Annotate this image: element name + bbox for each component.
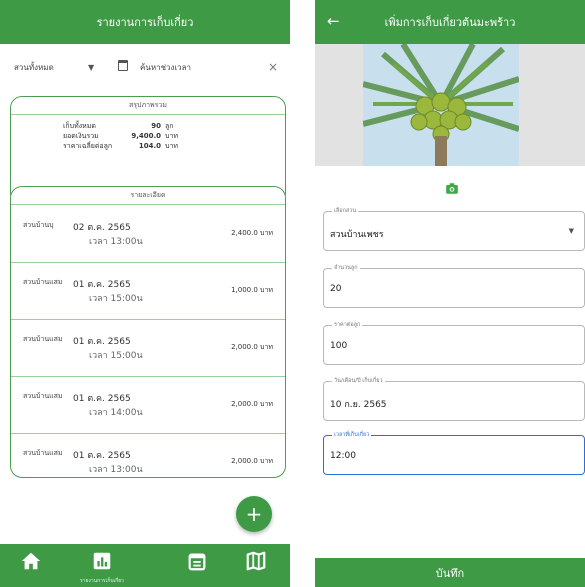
item-amount: 1,000.0 บาท (231, 286, 273, 294)
summary-label: ราคาเฉลี่ยต่อลูก (63, 142, 113, 150)
nav-label-report: รายงานการเก็บเกี่ยว (80, 578, 124, 584)
item-garden: สวนบ้านบุ (23, 221, 54, 229)
home-icon[interactable] (20, 550, 42, 576)
field-value: 10 ก.ย. 2565 (330, 400, 387, 410)
field-label: เลือกสวน (332, 207, 359, 215)
summary-value: 9,400.0 (131, 132, 161, 140)
bottom-nav: รายงานการเก็บเกี่ยว (0, 544, 290, 587)
item-date: 01 ต.ค. 2565 (73, 337, 131, 347)
details-heading: รายละเอียด (11, 187, 285, 205)
summary-value: 104.0 (138, 142, 161, 150)
details-card: รายละเอียด สวนบ้านบุ 02 ต.ค. 2565 เวลา 1… (10, 186, 286, 478)
add-harvest-screen: ← เพิ่มการเก็บเกี่ยวต้นมะพร้าว เลือกสวน … (315, 0, 585, 587)
item-date: 02 ต.ค. 2565 (73, 223, 131, 233)
save-label: บันทึก (435, 566, 465, 580)
list-item[interactable]: สวนบ้านแสม 01 ต.ค. 2565 เวลา 13:00น 2,00… (11, 434, 285, 477)
item-amount: 2,000.0 บาท (231, 343, 273, 351)
field-label: ราคาต่อลูก (332, 321, 363, 329)
item-time: เวลา 14:00น (89, 408, 143, 418)
map-icon[interactable] (245, 550, 267, 576)
harvest-time-field[interactable]: เวลาที่เก็บเกี่ยว 12:00 (323, 431, 585, 475)
item-time: เวลา 13:00น (89, 465, 143, 475)
list-item[interactable]: สวนบ้านแสม 01 ต.ค. 2565 เวลา 15:00น 2,00… (11, 320, 285, 377)
summary-stats: เก็บทั้งหมด 90 ลูก ยอดเงินรวม 9,400.0 บา… (63, 121, 178, 151)
report-title: รายงานการเก็บเกี่ยว (96, 16, 194, 29)
summary-label: ยอดเงินรวม (63, 132, 99, 140)
field-value: 100 (330, 341, 348, 351)
filter-row: สวนทั้งหมด ▼ ค้นหาช่วงเวลา × (0, 52, 290, 82)
field-value: 20 (330, 284, 342, 294)
save-button[interactable]: บันทึก (315, 558, 585, 587)
item-garden: สวนบ้านแสม (23, 335, 63, 343)
list-item[interactable]: สวนบ้านแสม 01 ต.ค. 2565 เวลา 15:00น 1,00… (11, 263, 285, 320)
item-garden: สวนบ้านแสม (23, 278, 63, 286)
coconut-tree-image (363, 44, 519, 166)
quantity-field[interactable]: จำนวนลูก 20 (323, 264, 585, 308)
price-field[interactable]: ราคาต่อลูก 100 (323, 321, 585, 365)
summary-label: เก็บทั้งหมด (63, 122, 96, 130)
list-item[interactable]: สวนบ้านแสม 01 ต.ค. 2565 เวลา 14:00น 2,00… (11, 377, 285, 434)
chevron-down-icon[interactable]: ▼ (88, 63, 94, 72)
field-label: เวลาที่เก็บเกี่ยว (332, 431, 372, 439)
field-label: จำนวนลูก (332, 264, 360, 272)
summary-unit: ลูก (165, 122, 174, 130)
harvest-date-field[interactable]: วัน/เดือน/ปี เก็บเกี่ยว 10 ก.ย. 2565 (323, 377, 585, 421)
garden-filter-select[interactable]: สวนทั้งหมด (14, 61, 54, 74)
item-amount: 2,400.0 บาท (231, 229, 273, 237)
item-time: เวลา 15:00น (89, 351, 143, 361)
report-app-bar: รายงานการเก็บเกี่ยว (0, 0, 290, 44)
summary-value: 90 (151, 122, 161, 130)
calendar-icon[interactable] (186, 550, 208, 576)
item-date: 01 ต.ค. 2565 (73, 394, 131, 404)
item-time: เวลา 13:00น (89, 237, 143, 247)
field-value: สวนบ้านเพชร (330, 230, 384, 240)
summary-heading: สรุปภาพรวม (11, 97, 285, 115)
summary-row: ยอดเงินรวม 9,400.0 บาท (63, 131, 178, 141)
close-icon[interactable]: × (268, 60, 278, 74)
coconut-photo (315, 44, 585, 166)
summary-row: ราคาเฉลี่ยต่อลูก 104.0 บาท (63, 141, 178, 151)
item-date: 01 ต.ค. 2565 (73, 280, 131, 290)
summary-unit: บาท (165, 142, 178, 150)
item-time: เวลา 15:00น (89, 294, 143, 304)
list-item[interactable]: สวนบ้านบุ 02 ต.ค. 2565 เวลา 13:00น 2,400… (11, 206, 285, 263)
back-arrow-icon[interactable]: ← (327, 12, 340, 30)
calendar-icon[interactable] (118, 60, 128, 71)
garden-select[interactable]: เลือกสวน สวนบ้านเพชร ▼ (323, 207, 585, 251)
item-garden: สวนบ้านแสม (23, 392, 63, 400)
item-amount: 2,000.0 บาท (231, 400, 273, 408)
item-garden: สวนบ้านแสม (23, 449, 63, 457)
add-photo-icon[interactable] (445, 180, 459, 199)
form-app-bar: ← เพิ่มการเก็บเกี่ยวต้นมะพร้าว (315, 0, 585, 44)
field-value: 12:00 (330, 451, 356, 461)
add-harvest-button[interactable]: + (236, 496, 272, 532)
date-range-input[interactable]: ค้นหาช่วงเวลา (140, 61, 191, 74)
report-screen: รายงานการเก็บเกี่ยว สวนทั้งหมด ▼ ค้นหาช่… (0, 0, 290, 587)
chevron-down-icon[interactable]: ▼ (569, 227, 574, 235)
form-title: เพิ่มการเก็บเกี่ยวต้นมะพร้าว (384, 16, 516, 29)
summary-unit: บาท (165, 132, 178, 140)
item-date: 01 ต.ค. 2565 (73, 451, 131, 461)
chart-icon[interactable] (91, 550, 113, 576)
summary-row: เก็บทั้งหมด 90 ลูก (63, 121, 178, 131)
item-amount: 2,000.0 บาท (231, 457, 273, 465)
field-label: วัน/เดือน/ปี เก็บเกี่ยว (332, 377, 385, 385)
